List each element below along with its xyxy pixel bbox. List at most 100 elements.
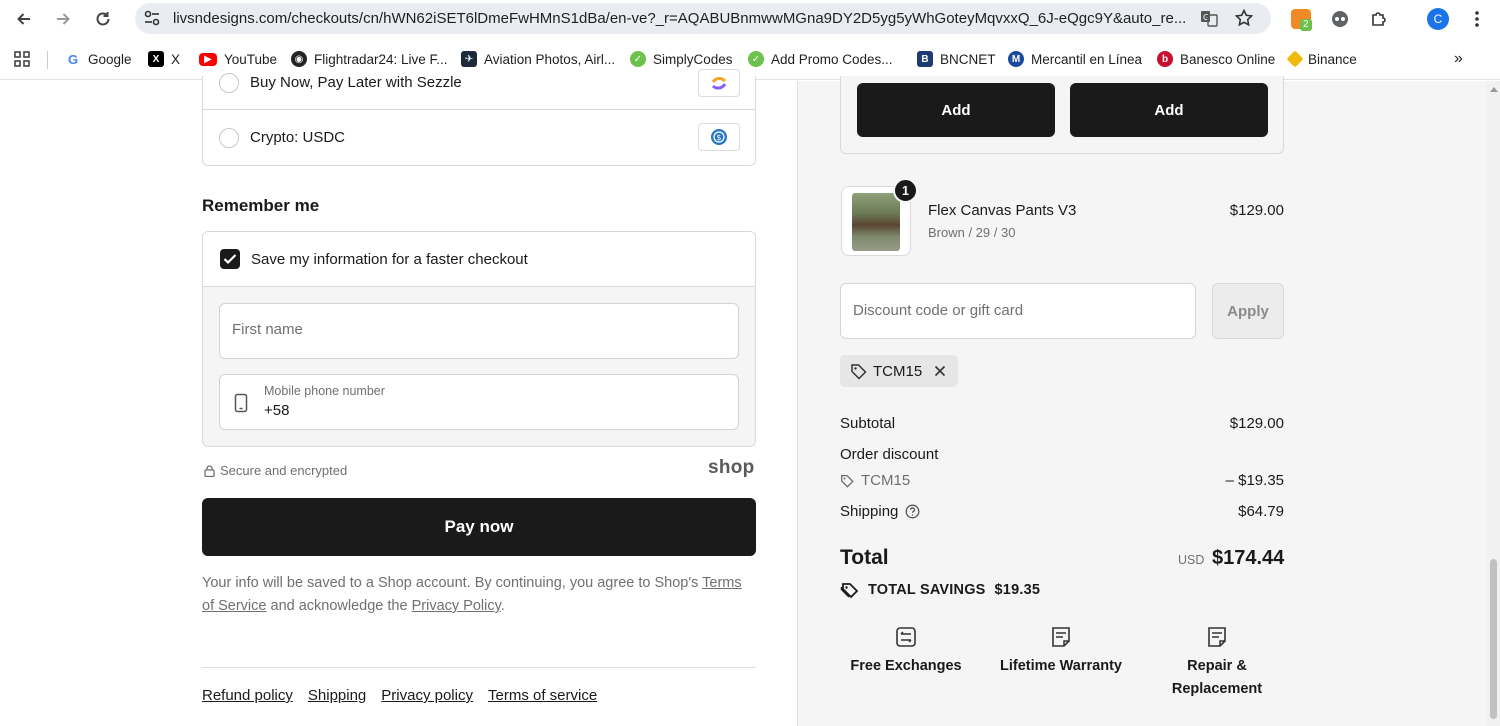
- secure-notice: Secure and encrypted: [204, 463, 347, 478]
- pay-now-button[interactable]: Pay now: [202, 498, 756, 556]
- order-discount-label: Order discount: [840, 446, 939, 463]
- google-icon: G: [65, 51, 81, 67]
- phone-input-value[interactable]: +58: [264, 402, 289, 419]
- refund-policy-link[interactable]: Refund policy: [202, 687, 293, 704]
- shop-consent-text: Your info will be saved to a Shop accoun…: [202, 572, 742, 618]
- shipping-link[interactable]: Shipping: [308, 687, 366, 704]
- discount-value: – $19.35: [1225, 472, 1284, 489]
- mobile-phone-field[interactable]: Mobile phone number +58: [219, 374, 739, 430]
- bookmark-star-icon[interactable]: [1234, 8, 1254, 28]
- save-info-label: Save my information for a faster checkou…: [251, 251, 528, 268]
- shop-privacy-link[interactable]: Privacy Policy: [412, 598, 501, 614]
- shipping-label-text: Shipping: [840, 503, 899, 520]
- savings-label: TOTAL SAVINGS: [868, 582, 986, 598]
- payment-option-sezzle[interactable]: Buy Now, Pay Later with Sezzle: [203, 56, 755, 110]
- bookmark-label: Add Promo Codes...: [771, 51, 893, 67]
- save-info-checkbox[interactable]: [220, 249, 240, 269]
- savings-value: $19.35: [994, 582, 1041, 598]
- page-scrollbar[interactable]: [1487, 81, 1500, 726]
- url-text[interactable]: livsndesigns.com/checkouts/cn/hWN62iSET6…: [173, 10, 1185, 27]
- terms-of-service-link[interactable]: Terms of service: [488, 687, 597, 704]
- menu-kebab-icon[interactable]: [1465, 7, 1489, 31]
- remove-discount-icon[interactable]: [931, 362, 949, 380]
- remember-me-box: Save my information for a faster checkou…: [202, 231, 756, 447]
- apply-discount-button[interactable]: Apply: [1212, 283, 1284, 339]
- bookmark-bncnet[interactable]: B BNCNET: [917, 49, 996, 69]
- tag-icon: [851, 363, 867, 380]
- mercantil-icon: M: [1008, 51, 1024, 67]
- currency-code: USD: [1178, 553, 1205, 567]
- translate-icon[interactable]: G: [1199, 8, 1219, 28]
- address-bar[interactable]: livsndesigns.com/checkouts/cn/hWN62iSET6…: [135, 3, 1271, 34]
- extension-badge: 2: [1300, 19, 1312, 31]
- apps-grid-icon[interactable]: [13, 49, 31, 69]
- bookmark-binance[interactable]: Binance: [1286, 49, 1357, 69]
- shop-logo: shop: [708, 457, 755, 478]
- tag-icon: [840, 474, 854, 488]
- bookmarks-overflow-icon[interactable]: »: [1454, 49, 1463, 69]
- feature-label: Free Exchanges: [850, 658, 962, 674]
- total-value: $174.44: [1212, 547, 1285, 569]
- consent-text-part: and acknowledge the: [266, 598, 412, 614]
- radio-sezzle[interactable]: [219, 73, 239, 93]
- bookmark-x[interactable]: X X: [148, 49, 180, 69]
- payment-methods-box: Buy Now, Pay Later with Sezzle Crypto: U…: [202, 69, 756, 166]
- first-name-field[interactable]: [219, 303, 739, 359]
- savings-tag-icon: [840, 583, 859, 599]
- feature-repair-replacement: Repair & Replacement: [1147, 625, 1287, 701]
- profile-avatar[interactable]: C: [1426, 7, 1450, 31]
- save-info-row[interactable]: Save my information for a faster checkou…: [203, 232, 755, 287]
- total-savings: TOTAL SAVINGS $19.35: [840, 581, 1040, 599]
- bookmark-label: Binance: [1308, 51, 1357, 67]
- bookmark-label: Google: [88, 51, 132, 67]
- feature-lifetime-warranty: Lifetime Warranty: [991, 625, 1131, 678]
- forward-icon[interactable]: [51, 7, 75, 31]
- payment-option-usdc[interactable]: Crypto: USDC $: [203, 110, 755, 164]
- first-name-input[interactable]: [232, 321, 722, 338]
- discount-code-input[interactable]: [853, 302, 1183, 319]
- privacy-policy-link[interactable]: Privacy policy: [381, 687, 473, 704]
- vpn-extension-icon[interactable]: [1328, 7, 1352, 31]
- lock-icon: [204, 464, 215, 477]
- upsell-card: Add Add: [840, 76, 1284, 154]
- footer-divider: [202, 667, 756, 668]
- site-settings-icon[interactable]: [143, 9, 161, 27]
- binance-icon: [1286, 50, 1304, 68]
- usdc-logo-icon: $: [698, 123, 740, 151]
- scroll-up-icon[interactable]: [1490, 87, 1498, 92]
- checkmark-icon: [223, 254, 237, 265]
- discount-code-field[interactable]: [840, 283, 1196, 339]
- product-name: Flex Canvas Pants V3: [928, 202, 1077, 219]
- bookmark-google[interactable]: G Google: [65, 49, 132, 69]
- shipping-value: $64.79: [1238, 503, 1284, 520]
- bookmark-banesco[interactable]: b Banesco Online: [1157, 49, 1275, 69]
- remember-me-heading: Remember me: [202, 196, 320, 215]
- applied-code-text: TCM15: [873, 362, 923, 380]
- quantity-badge: 1: [893, 178, 918, 203]
- product-variant: Brown / 29 / 30: [928, 225, 1016, 240]
- help-icon[interactable]: [905, 504, 920, 519]
- browser-toolbar: livsndesigns.com/checkouts/cn/hWN62iSET6…: [0, 0, 1500, 38]
- discount-code-label: TCM15: [840, 472, 910, 489]
- back-icon[interactable]: [12, 7, 36, 31]
- banesco-icon: b: [1157, 51, 1173, 67]
- subtotal-label: Subtotal: [840, 415, 896, 432]
- checkout-page: Buy Now, Pay Later with Sezzle Crypto: U…: [0, 69, 1500, 726]
- bookmark-label: Banesco Online: [1180, 51, 1276, 67]
- add-button[interactable]: Add: [1070, 83, 1268, 137]
- scrollbar-thumb[interactable]: [1490, 559, 1497, 719]
- bookmark-mercantil[interactable]: M Mercantil en Línea: [1008, 49, 1142, 69]
- payment-label: Crypto: USDC: [250, 129, 346, 146]
- feature-label: Lifetime Warranty: [1000, 658, 1122, 674]
- bookmark-promo[interactable]: ✓ Add Promo Codes...: [748, 49, 893, 69]
- extension-icon[interactable]: 2: [1289, 7, 1313, 31]
- warranty-icon: [1052, 627, 1070, 647]
- bookmark-label: Mercantil en Línea: [1031, 51, 1143, 67]
- x-icon: X: [148, 51, 164, 67]
- radio-usdc[interactable]: [219, 128, 239, 148]
- add-button[interactable]: Add: [857, 83, 1055, 137]
- payment-label: Buy Now, Pay Later with Sezzle: [250, 74, 462, 91]
- reload-icon[interactable]: [91, 7, 115, 31]
- secure-text: Secure and encrypted: [220, 463, 348, 478]
- extensions-puzzle-icon[interactable]: [1367, 7, 1391, 31]
